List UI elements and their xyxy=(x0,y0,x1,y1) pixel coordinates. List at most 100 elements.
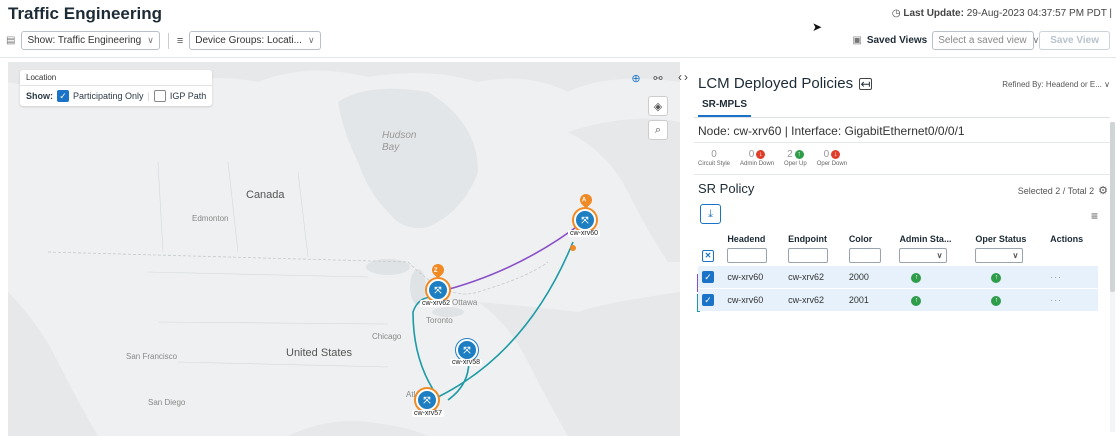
saved-view-select[interactable]: Select a saved view ∨ xyxy=(932,31,1039,50)
chevron-down-icon: ∨ xyxy=(1012,251,1019,260)
table-toggle-icon[interactable]: ▤ xyxy=(6,35,15,46)
device-groups-value: Device Groups: Locati... xyxy=(195,35,302,46)
toronto-label: Toronto xyxy=(426,316,453,325)
row-actions-menu[interactable]: ··· xyxy=(1046,266,1098,289)
last-update-value: 29-Aug-2023 04:37:57 PM PDT | xyxy=(966,8,1112,19)
down-arrow-icon: ↓ xyxy=(756,150,766,159)
table-row[interactable]: ✓ cw-xrv60 cw-xrv62 2000 ↑ ↑ ··· xyxy=(698,265,1098,289)
row-checkbox[interactable]: ✓ xyxy=(702,271,714,283)
igp-path-checkbox[interactable] xyxy=(153,90,166,102)
sr-policy-table: ✕ Headend Endpoint Color Admin Sta... ∨ O… xyxy=(698,232,1098,311)
stat-oper-up[interactable]: 2 ↑ Oper Up xyxy=(784,149,807,167)
refined-by-select[interactable]: Refined By: Headend or E... ∨ xyxy=(1002,80,1110,89)
show-select-value: Show: Traffic Engineering xyxy=(27,35,142,46)
participating-only-label: Participating Only xyxy=(73,91,144,101)
chevron-down-icon: ∨ xyxy=(147,35,154,45)
clear-selection-icon[interactable]: ✕ xyxy=(702,250,714,262)
igp-path-label: IGP Path xyxy=(169,91,207,101)
last-update: ◷ Last Update: 29-Aug-2023 04:37:57 PM P… xyxy=(892,8,1112,19)
node-cw-xrv58[interactable]: ⤧ xyxy=(456,339,478,361)
table-row[interactable]: ✓ cw-xrv60 cw-xrv62 2001 ↑ ↑ ··· xyxy=(698,288,1098,312)
stat-circuit-style[interactable]: 0 Circuit Style xyxy=(698,149,730,167)
headend-cell: cw-xrv60 xyxy=(727,295,764,305)
column-label: Actions xyxy=(1050,234,1084,244)
oper-up-icon: ↑ xyxy=(991,295,1002,306)
topology-layout-icon[interactable]: ⚯ xyxy=(648,68,668,88)
search-icon[interactable]: ⌕ xyxy=(648,120,668,140)
up-arrow-icon: ↑ xyxy=(794,150,804,159)
oper-status-filter-select[interactable]: ∨ xyxy=(975,248,1024,263)
saved-views-bar: ▣ Saved Views Select a saved view ∨ Save … xyxy=(852,31,1110,50)
chevron-down-icon: ∨ xyxy=(936,251,943,260)
column-admin-status[interactable]: Admin Sta... ∨ xyxy=(895,232,971,266)
chevron-left-icon[interactable]: ‹ xyxy=(678,70,682,84)
save-view-button[interactable]: Save View xyxy=(1039,31,1110,50)
stat-oper-down[interactable]: 0 ↓ Oper Down xyxy=(817,149,847,167)
stat-label: Oper Up xyxy=(784,161,807,167)
selection-count: Selected 2 / Total 2 ⚙ xyxy=(1018,184,1108,197)
panel-title: LCM Deployed Policies ↤ xyxy=(698,75,873,92)
node-cw-xrv57[interactable]: ⤧ xyxy=(416,389,438,411)
san-diego-label: San Diego xyxy=(148,398,186,407)
stat-admin-down[interactable]: 0 ↓ Admin Down xyxy=(740,149,774,167)
node-cw-xrv62[interactable]: ⤧ xyxy=(427,279,449,301)
column-endpoint[interactable]: Endpoint xyxy=(784,232,845,266)
participating-only-checkbox[interactable]: ✓ xyxy=(57,90,69,102)
node-label: cw-xrv60 xyxy=(568,230,601,237)
divider xyxy=(167,32,169,49)
node-cw-xrv60[interactable]: ⤧ xyxy=(574,209,596,231)
device-groups-icon: ≡ xyxy=(176,34,184,47)
stat-value: 0 xyxy=(711,149,717,160)
selected-text: Selected 2 / Total 2 xyxy=(1017,185,1095,196)
tab-sr-mpls[interactable]: SR-MPLS xyxy=(698,99,751,117)
device-groups-select[interactable]: Device Groups: Locati... ∨ xyxy=(189,31,321,50)
topology-map[interactable]: Location Show: ✓ Participating Only | IG… xyxy=(8,62,680,436)
row-checkbox[interactable]: ✓ xyxy=(702,294,714,306)
location-header: Location xyxy=(20,70,213,86)
hudson-bay-label: Hudson Bay xyxy=(382,130,417,153)
node-info: Node: cw-xrv60 | Interface: GigabitEther… xyxy=(698,124,965,138)
download-icon: ⤓ xyxy=(708,207,713,220)
color-filter-input[interactable] xyxy=(848,248,881,263)
status-stats: 0 Circuit Style 0 ↓ Admin Down 2 ↑ Oper Up… xyxy=(698,149,847,167)
table-header-row: ✕ Headend Endpoint Color Admin Sta... ∨ O… xyxy=(698,232,1098,266)
download-button[interactable]: ⤓ xyxy=(700,204,721,224)
divider xyxy=(694,142,1110,143)
pin-badge: Z xyxy=(433,267,438,274)
toolbar: ▤ Show: Traffic Engineering ∨ ≡ Device Gr… xyxy=(6,31,321,50)
chevron-right-icon[interactable]: › xyxy=(684,70,688,84)
column-label: Color xyxy=(848,234,873,244)
panel-scrollbar-thumb[interactable] xyxy=(1110,122,1115,292)
divider xyxy=(694,174,1110,175)
color-cell: 2001 xyxy=(848,295,869,305)
divider xyxy=(0,57,1116,58)
endpoint-cell: cw-xrv62 xyxy=(788,272,825,282)
show-select[interactable]: Show: Traffic Engineering ∨ xyxy=(21,31,160,50)
canada-label: Canada xyxy=(246,189,285,201)
chevron-down-icon: ∨ xyxy=(1104,80,1110,89)
san-francisco-label: San Francisco xyxy=(126,352,178,361)
clock-icon: ◷ xyxy=(891,8,901,19)
panel-title-text: LCM Deployed Policies xyxy=(698,75,854,92)
layers-icon[interactable]: ◈ xyxy=(648,96,668,116)
column-actions: Actions xyxy=(1046,232,1098,266)
sr-policy-title: SR Policy xyxy=(698,181,755,196)
stat-label: Admin Down xyxy=(740,161,775,167)
column-oper-status[interactable]: Oper Status ∨ xyxy=(971,232,1046,266)
saved-views-icon: ▣ xyxy=(852,35,862,46)
down-arrow-icon: ↓ xyxy=(831,150,841,159)
column-headend[interactable]: Headend xyxy=(723,232,784,266)
headend-filter-input[interactable] xyxy=(727,248,768,263)
row-actions-menu[interactable]: ··· xyxy=(1046,289,1098,312)
admin-status-filter-select[interactable]: ∨ xyxy=(899,248,948,263)
globe-icon[interactable]: ⊕ xyxy=(626,68,646,88)
chevron-down-icon: ∨ xyxy=(1032,35,1040,45)
oper-up-icon: ↑ xyxy=(991,272,1002,283)
gear-icon[interactable]: ⚙ xyxy=(1098,184,1108,197)
page-title: Traffic Engineering xyxy=(8,4,162,23)
filter-icon[interactable]: ≡ xyxy=(1091,209,1098,223)
policy-panel: ‹ › LCM Deployed Policies ↤ Refined By: … xyxy=(678,62,1116,436)
column-color[interactable]: Color xyxy=(845,232,896,266)
expand-icon[interactable]: ↤ xyxy=(859,77,873,91)
endpoint-filter-input[interactable] xyxy=(788,248,829,263)
